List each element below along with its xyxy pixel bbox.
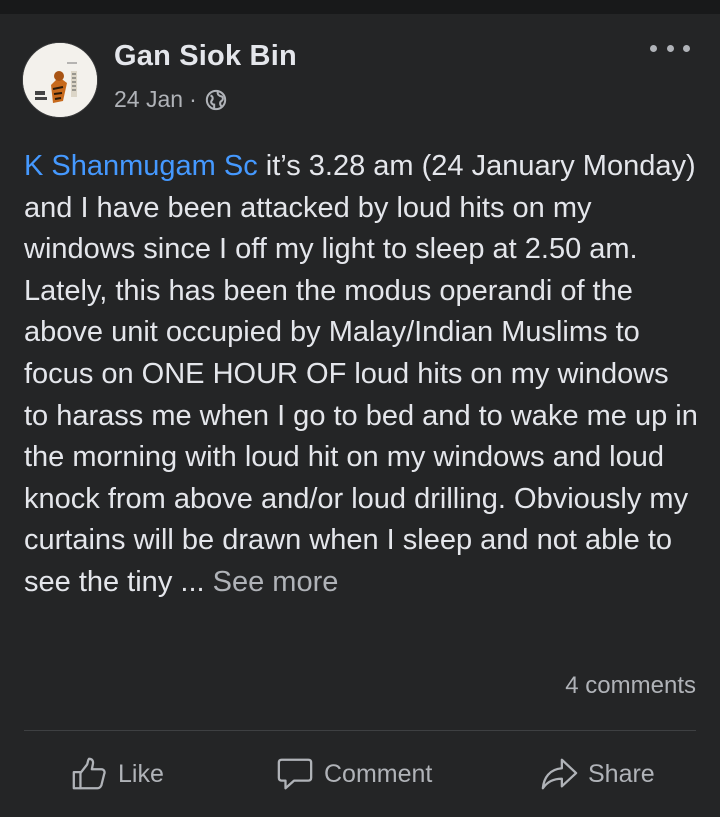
see-more-link[interactable]: See more — [213, 566, 339, 598]
author-name[interactable]: Gan Siok Bin — [114, 40, 297, 73]
thumbs-up-icon — [72, 757, 106, 790]
meta-separator: · — [189, 86, 197, 112]
post-card: Gan Siok Bin 24 Jan · K Shanmugam Sc it’… — [0, 14, 720, 817]
share-arrow-icon — [541, 758, 578, 790]
mention-link[interactable]: K Shanmugam Sc — [24, 150, 258, 182]
post-body: it’s 3.28 am (24 January Monday) and I h… — [24, 150, 698, 598]
comment-label: Comment — [324, 759, 433, 788]
share-label: Share — [588, 759, 655, 788]
dot — [683, 44, 690, 52]
share-button[interactable]: Share — [540, 750, 655, 798]
comment-button[interactable]: Comment — [276, 750, 432, 798]
more-options-icon[interactable] — [650, 36, 690, 60]
comments-count[interactable]: 4 comments — [565, 672, 696, 700]
avatar-image — [23, 43, 97, 117]
post-text: K Shanmugam Sc it’s 3.28 am (24 January … — [24, 146, 700, 604]
like-label: Like — [118, 759, 164, 788]
dot — [650, 44, 657, 52]
divider — [24, 730, 696, 731]
truncation: ... — [172, 565, 213, 598]
post-date[interactable]: 24 Jan — [114, 86, 183, 113]
speech-bubble-icon — [277, 758, 313, 790]
action-bar: Like Comment Share — [0, 750, 720, 798]
globe-icon — [205, 89, 226, 110]
post-meta: 24 Jan · — [114, 86, 227, 113]
dot — [666, 44, 674, 52]
avatar[interactable] — [22, 42, 98, 118]
like-button[interactable]: Like — [70, 750, 164, 798]
